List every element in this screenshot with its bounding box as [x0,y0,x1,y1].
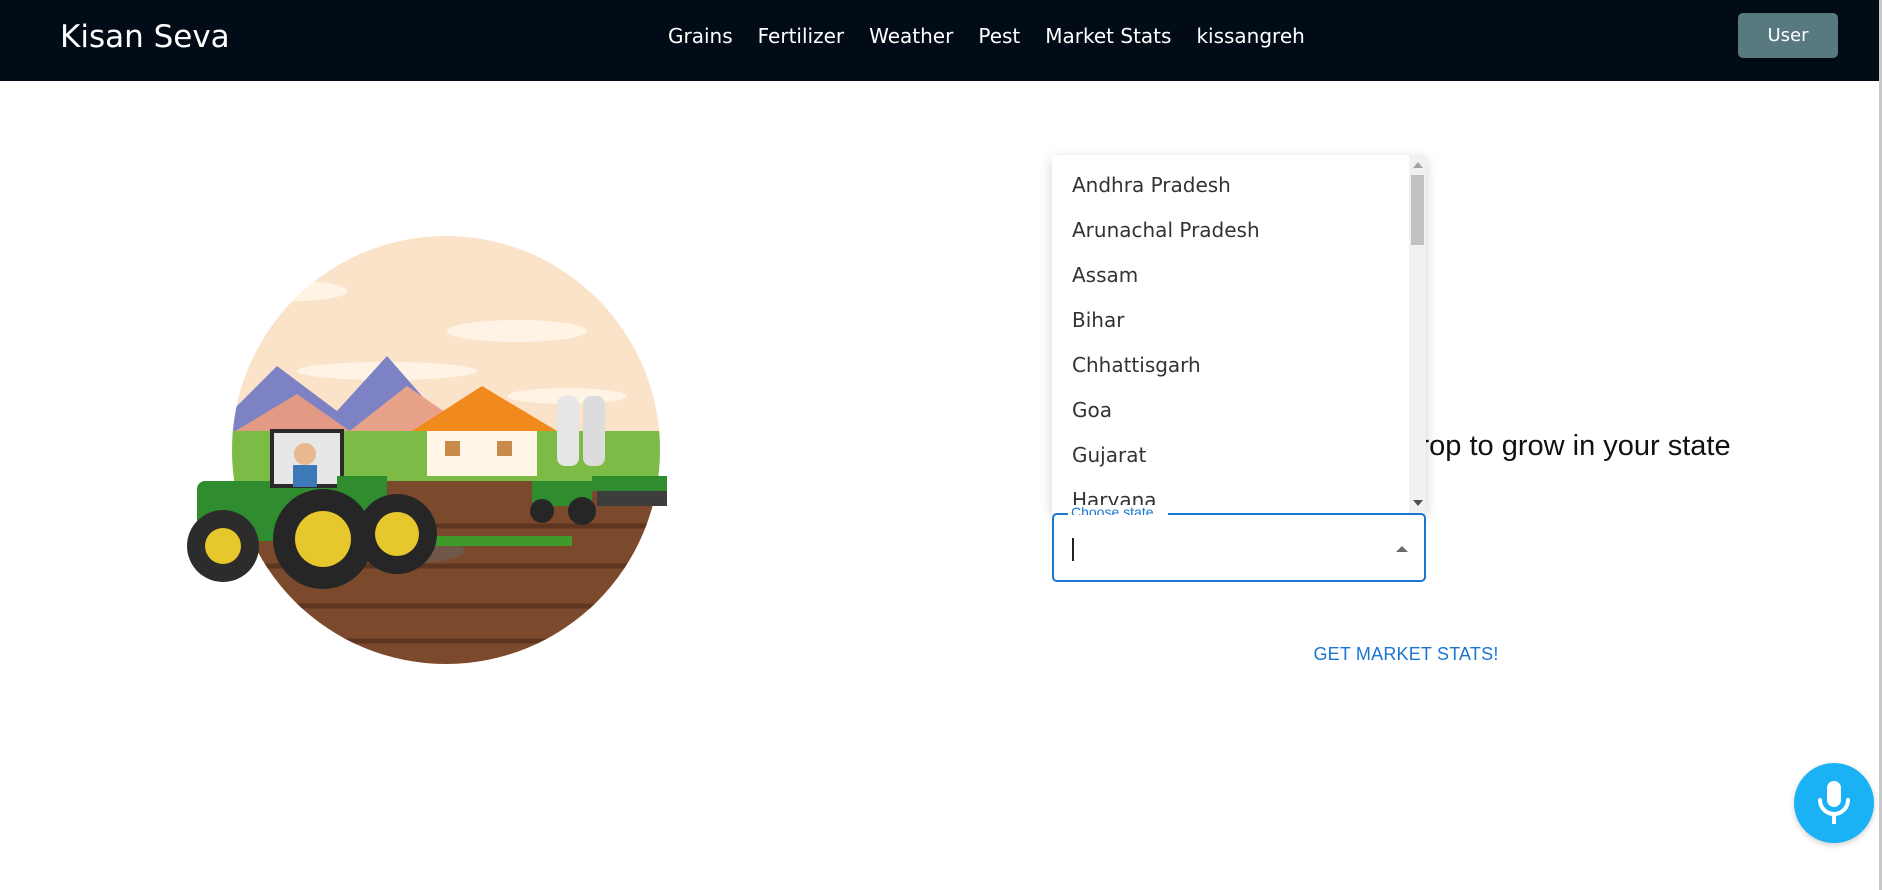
farm-tractor-illustration [187,236,667,664]
brand-logo-text[interactable]: Kisan Seva [60,18,230,56]
state-options-dropdown: Andhra Pradesh Arunachal Pradesh Assam B… [1052,155,1426,513]
state-option[interactable]: Chhattisgarh [1052,343,1410,388]
state-select-label: Choose state... [1068,505,1169,515]
state-option[interactable]: Goa [1052,388,1410,433]
scroll-down-arrow-icon[interactable] [1413,500,1423,506]
dropdown-scrollbar[interactable] [1409,155,1426,513]
state-option[interactable]: Bihar [1052,298,1410,343]
get-market-stats-button[interactable]: GET MARKET STATS! [1300,640,1512,668]
main-nav: Grains Fertilizer Weather Pest Market St… [668,22,1305,50]
nav-link-market-stats[interactable]: Market Stats [1045,22,1171,50]
dropdown-scrollbar-thumb[interactable] [1411,175,1424,245]
scroll-up-arrow-icon[interactable] [1413,162,1423,168]
caret-up-icon[interactable] [1392,539,1412,559]
state-options-list: Andhra Pradesh Arunachal Pradesh Assam B… [1052,155,1410,513]
voice-input-button[interactable] [1794,763,1874,843]
state-option[interactable]: Gujarat [1052,433,1410,478]
nav-link-pest[interactable]: Pest [978,22,1020,50]
text-cursor [1072,538,1074,561]
state-option[interactable]: Assam [1052,253,1410,298]
state-select-field[interactable]: Choose state... [1052,505,1426,582]
state-option[interactable]: Arunachal Pradesh [1052,208,1410,253]
top-navbar: Kisan Seva Grains Fertilizer Weather Pes… [0,0,1879,81]
user-button[interactable]: User [1738,13,1838,58]
state-option[interactable]: Andhra Pradesh [1052,163,1410,208]
page-headline: crop to grow in your state [1405,430,1731,462]
nav-link-weather[interactable]: Weather [869,22,953,50]
microphone-icon [1818,781,1850,824]
state-search-input[interactable] [1070,533,1374,565]
nav-link-fertilizer[interactable]: Fertilizer [758,22,844,50]
nav-link-grains[interactable]: Grains [668,22,733,50]
nav-link-kissangreh[interactable]: kissangreh [1196,22,1304,50]
